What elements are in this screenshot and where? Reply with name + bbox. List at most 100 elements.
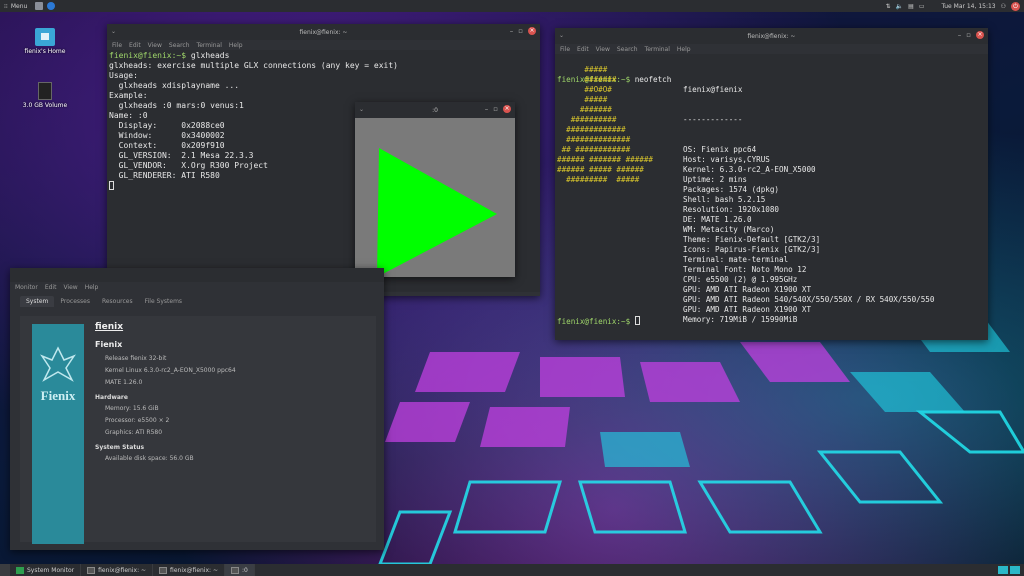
- clock[interactable]: Tue Mar 14, 15:13: [941, 3, 995, 10]
- neofetch-info-line: Shell: bash 5.2.15: [683, 195, 766, 204]
- neofetch-separator: -------------: [683, 115, 743, 124]
- ascii-line: ##O#O#: [557, 85, 612, 94]
- taskbar-item-terminal-1[interactable]: fienix@fienix: ~: [81, 564, 154, 576]
- menu-file[interactable]: File: [112, 42, 122, 49]
- terminal-window-neofetch: ⌄ fienix@fienix: ~ – ▫ × File Edit View …: [555, 28, 988, 340]
- kernel-info: Kernel Linux 6.3.0-rc2_A-EON_X5000 ppc64: [105, 367, 236, 374]
- minimize-icon[interactable]: –: [485, 105, 489, 113]
- neofetch-info-line: Icons: Papirus-Fienix [GTK2/3]: [683, 245, 821, 254]
- titlebar[interactable]: ⌄ fienix@fienix: ~ – ▫ ×: [555, 28, 988, 44]
- menu-help[interactable]: Help: [677, 46, 691, 53]
- drive-icon: [38, 82, 52, 100]
- power-icon[interactable]: ⏻: [1011, 1, 1020, 11]
- titlebar[interactable]: ⌄ fienix@fienix: ~ – ▫ ×: [107, 24, 540, 40]
- desktop-icon-home[interactable]: fienix's Home: [15, 28, 75, 55]
- terminal-line: Context: 0x209f910: [118, 141, 225, 150]
- titlebar[interactable]: [10, 268, 384, 282]
- text-cursor: [109, 181, 114, 190]
- tab-resources[interactable]: Resources: [96, 296, 139, 307]
- desktop-icon-volume[interactable]: 3.0 GB Volume: [15, 82, 75, 109]
- menu-edit[interactable]: Edit: [45, 284, 57, 291]
- neofetch-info-line: Kernel: 6.3.0-rc2_A-EON_X5000: [683, 165, 816, 174]
- disk-space-info: Available disk space: 56.0 GB: [105, 455, 194, 462]
- minimize-icon[interactable]: –: [958, 31, 962, 39]
- terminal-line: glxheads xdisplayname ...: [118, 81, 240, 90]
- menubar: File Edit View Search Terminal Help: [555, 44, 988, 54]
- ascii-line: ###### ####### ######: [557, 155, 654, 164]
- menu-terminal[interactable]: Terminal: [645, 46, 670, 53]
- top-panel: ⁝⁝ Menu ⇅ 🔈 ▤ ▭ Tue Mar 14, 15:13 ⚇ ⏻: [0, 0, 1024, 12]
- close-icon[interactable]: ×: [528, 27, 536, 35]
- battery-icon[interactable]: ▭: [919, 3, 925, 10]
- taskbar-item-terminal-2[interactable]: fienix@fienix: ~: [153, 564, 225, 576]
- maximize-icon[interactable]: ▫: [518, 27, 523, 35]
- menu-help[interactable]: Help: [229, 42, 243, 49]
- window-title: fienix@fienix: ~: [299, 28, 348, 36]
- logo-text: Fienix: [40, 388, 76, 403]
- workspace-1[interactable]: [998, 566, 1008, 574]
- close-icon[interactable]: ×: [976, 31, 984, 39]
- neofetch-info-line: Terminal: mate-terminal: [683, 255, 789, 264]
- window-title: :0: [432, 106, 438, 114]
- menu-view[interactable]: View: [596, 46, 610, 53]
- menu-edit[interactable]: Edit: [129, 42, 141, 49]
- file-manager-launcher-icon[interactable]: [35, 2, 44, 10]
- maximize-icon[interactable]: ▫: [966, 31, 971, 39]
- menu-file[interactable]: File: [560, 46, 570, 53]
- workspace-2[interactable]: [1010, 566, 1020, 574]
- menu-terminal[interactable]: Terminal: [197, 42, 222, 49]
- neofetch-info-line: OS: Fienix ppc64: [683, 145, 757, 154]
- neofetch-info-line: Packages: 1574 (dpkg): [683, 185, 780, 194]
- user-icon[interactable]: ⚇: [1001, 3, 1006, 10]
- terminal-line: glxheads: exercise multiple GLX connecti…: [109, 61, 398, 70]
- terminal-line: Example:: [109, 91, 148, 100]
- menu-help[interactable]: Help: [85, 284, 99, 291]
- shell-prompt: fienix@fienix:~$: [557, 317, 631, 326]
- maximize-icon[interactable]: ▫: [493, 105, 498, 113]
- network-icon[interactable]: ⇅: [886, 3, 891, 10]
- ascii-line: #############: [557, 125, 626, 134]
- taskbar-item-glx[interactable]: :0: [225, 564, 255, 576]
- ascii-line: #####: [557, 65, 608, 74]
- neofetch-info-line: GPU: AMD ATI Radeon 540/540X/550/550X / …: [683, 295, 935, 304]
- menu-search[interactable]: Search: [169, 42, 190, 49]
- shell-command: glxheads: [186, 51, 230, 60]
- window-menu-icon[interactable]: ⌄: [359, 106, 364, 113]
- clipboard-icon[interactable]: ▤: [908, 3, 914, 10]
- terminal-output[interactable]: fienix@fienix:~$ neofetch ##### ####### …: [555, 54, 988, 340]
- neofetch-info-line: CPU: e5500 (2) @ 1.995GHz: [683, 275, 798, 284]
- desktop-icon-label: 3.0 GB Volume: [22, 102, 68, 109]
- titlebar[interactable]: ⌄ :0 – ▫ ×: [355, 102, 515, 118]
- bottom-panel: System Monitor fienix@fienix: ~ fienix@f…: [0, 564, 1024, 576]
- menu-view[interactable]: View: [148, 42, 162, 49]
- menu-search[interactable]: Search: [617, 46, 638, 53]
- window-menu-icon[interactable]: ⌄: [111, 28, 116, 35]
- terminal-line: Display: 0x2088ce0: [118, 121, 225, 130]
- terminal-line: glxheads :0 mars:0 venus:1: [118, 101, 244, 110]
- tab-processes[interactable]: Processes: [54, 296, 96, 307]
- taskbar-item-system-monitor[interactable]: System Monitor: [10, 564, 82, 576]
- tab-system[interactable]: System: [20, 296, 55, 307]
- menu-edit[interactable]: Edit: [577, 46, 589, 53]
- taskbar-item-label: :0: [242, 566, 248, 574]
- terminal-line: GL_VENDOR: X.Org R300 Project: [118, 161, 268, 170]
- browser-launcher-icon[interactable]: [47, 2, 56, 10]
- volume-icon[interactable]: 🔈: [896, 3, 903, 10]
- show-desktop-icon[interactable]: [0, 564, 10, 576]
- taskbar-item-label: fienix@fienix: ~: [98, 566, 147, 574]
- distro-logo-panel: Fienix: [32, 324, 84, 544]
- window-menu-icon[interactable]: ⌄: [559, 32, 564, 39]
- minimize-icon[interactable]: –: [510, 27, 514, 35]
- ascii-line: #####: [557, 95, 608, 104]
- neofetch-info-line: DE: MATE 1.26.0: [683, 215, 752, 224]
- terminal-line: Usage:: [109, 71, 138, 80]
- menu-monitor[interactable]: Monitor: [15, 284, 38, 291]
- system-monitor-icon: [16, 566, 24, 574]
- glx-canvas[interactable]: [355, 118, 515, 277]
- menu-icon: ⁝⁝: [4, 2, 8, 10]
- ascii-line: ##########: [557, 115, 617, 124]
- close-icon[interactable]: ×: [503, 105, 511, 113]
- tab-file-systems[interactable]: File Systems: [139, 296, 188, 307]
- main-menu-button[interactable]: ⁝⁝ Menu: [0, 0, 31, 12]
- menu-view[interactable]: View: [63, 284, 77, 291]
